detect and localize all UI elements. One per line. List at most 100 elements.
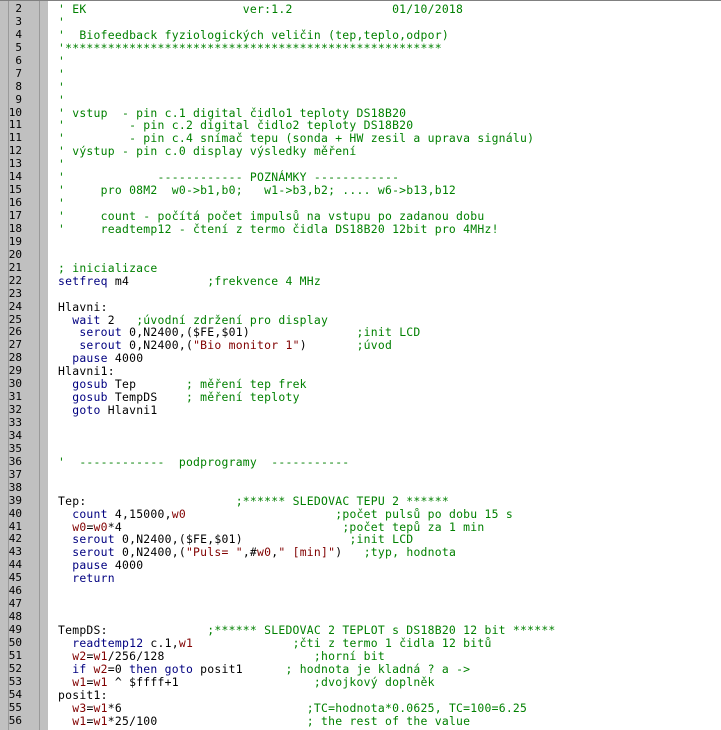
code-line[interactable]: 8 ' bbox=[0, 80, 721, 94]
code-line[interactable]: 47 bbox=[0, 597, 721, 611]
variable-token: w1 bbox=[72, 674, 87, 689]
comment-token: ;init LCD bbox=[356, 325, 421, 340]
code-token: posit1 bbox=[193, 661, 286, 676]
comment-token: ' výstup - pin c.0 display výsledky měře… bbox=[58, 144, 357, 159]
line-number: 54 bbox=[8, 687, 22, 701]
code-line[interactable]: 5 '**************************************… bbox=[0, 41, 721, 55]
code-token: *6 bbox=[107, 700, 307, 715]
comment-token: ;****** SLEDOVAC TEPU 2 ****** bbox=[235, 493, 449, 508]
comment-token: ;init LCD bbox=[349, 532, 414, 547]
code-line[interactable]: 37 bbox=[0, 468, 721, 482]
code-line[interactable]: 32 goto Hlavni1 bbox=[0, 403, 721, 417]
code-text: goto Hlavni1 bbox=[58, 404, 158, 417]
code-line[interactable]: 56 w1=w1*25/100 ; the rest of the value bbox=[0, 713, 721, 728]
code-line[interactable]: 36 ' ------------ podprogramy ----------- bbox=[0, 454, 721, 469]
string-token: "Bio monitor 1" bbox=[193, 338, 300, 353]
comment-token: ; měření tep frek bbox=[185, 377, 307, 392]
code-token: Hlavni1: bbox=[58, 364, 115, 379]
line-number: 20 bbox=[8, 247, 22, 261]
comment-token: ' bbox=[58, 53, 66, 68]
code-line[interactable]: 6 ' bbox=[0, 53, 721, 68]
comment-token: ;typ, hodnota bbox=[363, 545, 457, 560]
code-line[interactable]: 53 w1=w1 ^ $ffff+1 ;dvojkový doplněk bbox=[0, 674, 721, 689]
code-text: w1=w1 ^ $ffff+1 ;dvojkový doplněk bbox=[58, 674, 435, 689]
code-line[interactable]: 22 setfreq m4 ;frekvence 4 MHz bbox=[0, 273, 721, 288]
variable-token: w0 bbox=[72, 519, 87, 534]
code-line[interactable]: 34 bbox=[0, 429, 721, 443]
code-token: 2 bbox=[100, 312, 137, 327]
variable-token: w1 bbox=[72, 713, 87, 728]
code-line[interactable]: 12 ' výstup - pin c.0 display výsledky mě… bbox=[0, 144, 721, 159]
code-line[interactable]: 46 bbox=[0, 584, 721, 598]
code-token: 4000 bbox=[107, 558, 144, 573]
code-text: ' EK ver:1.2 01/10/2018 bbox=[58, 3, 463, 16]
code-token: 4000 bbox=[107, 351, 144, 366]
comment-token: ' bbox=[58, 196, 66, 211]
line-number: 53 bbox=[8, 674, 22, 688]
line-number: 35 bbox=[8, 441, 22, 455]
comment-token: ; inicializace bbox=[58, 260, 158, 275]
code-text: ' readtemp12 - čtení z termo čidla DS18B… bbox=[58, 222, 499, 236]
code-token: TempDS: bbox=[58, 623, 208, 637]
comment-token: ' - pin c.2 digital čidlo2 teploty DS18B… bbox=[58, 118, 414, 133]
line-number: 22 bbox=[8, 273, 22, 287]
comment-token: ;počet pulsů po dobu 15 s bbox=[335, 506, 513, 521]
line-number: 9 bbox=[15, 92, 22, 106]
code-token: = bbox=[86, 674, 94, 689]
code-token: c.1, bbox=[143, 635, 179, 650]
code-editor[interactable]: 2 ' EK ver:1.2 01/10/2018 3 ' 4 ' Biofeedback… bbox=[0, 0, 721, 730]
code-line[interactable]: 45 return bbox=[0, 571, 721, 585]
line-number: 23 bbox=[8, 286, 22, 300]
line-number: 2 bbox=[15, 2, 22, 15]
variable-token: w2 bbox=[93, 661, 108, 676]
variable-token: w1 bbox=[93, 713, 108, 728]
variable-token: w1 bbox=[93, 700, 108, 715]
code-token: Tep bbox=[107, 377, 186, 392]
code-token: posit1: bbox=[58, 687, 108, 702]
code-line[interactable]: 7 ' bbox=[0, 66, 721, 81]
line-number: 4 bbox=[15, 27, 22, 41]
string-token: "Puls= " bbox=[185, 545, 243, 560]
comment-token: ;počet tepů za 1 min bbox=[342, 519, 485, 534]
code-line[interactable]: 2 ' EK ver:1.2 01/10/2018 bbox=[0, 2, 721, 16]
code-token: = bbox=[86, 648, 94, 663]
code-line[interactable]: 19 bbox=[0, 235, 721, 249]
variable-token: w1 bbox=[178, 635, 194, 650]
code-token: ) bbox=[299, 338, 357, 353]
code-line[interactable]: 15 ' pro 08M2 w0->b1,b0; w1->b3,b2; .... … bbox=[0, 183, 721, 197]
variable-token: w0 bbox=[93, 519, 108, 534]
keyword-token: readtemp12 bbox=[72, 635, 144, 650]
comment-token: ; hodnota je kladná ? a -> bbox=[285, 661, 471, 676]
line-number: 39 bbox=[8, 493, 22, 507]
keyword-token: setfreq bbox=[58, 273, 108, 288]
comment-token: ;TC=hodnota*0.0625, TC=100=6.25 bbox=[306, 700, 528, 715]
keyword-token: serout bbox=[79, 325, 122, 340]
line-number: 50 bbox=[8, 635, 22, 649]
code-line[interactable]: 23 bbox=[0, 286, 721, 301]
code-token: ,# bbox=[242, 545, 258, 560]
code-token: Hlavni1 bbox=[100, 403, 158, 418]
comment-token: ;dvojkový doplněk bbox=[313, 674, 435, 689]
code-token: TempDS bbox=[107, 390, 186, 405]
code-line[interactable]: 33 bbox=[0, 416, 721, 430]
code-token: *4 bbox=[107, 519, 343, 534]
line-number: 36 bbox=[8, 454, 22, 468]
line-number: 7 bbox=[15, 66, 22, 80]
comment-token: ;čti z termo 1 čidla 12 bitů bbox=[292, 635, 492, 650]
code-token: Hlavni: bbox=[58, 299, 108, 314]
comment-token: ' bbox=[58, 66, 66, 81]
keyword-token: if bbox=[72, 661, 87, 676]
comment-token: ' ------------ POZNÁMKY ------------ bbox=[58, 170, 400, 185]
code-line[interactable]: 18 ' readtemp12 - čtení z termo čidla DS1… bbox=[0, 222, 721, 236]
